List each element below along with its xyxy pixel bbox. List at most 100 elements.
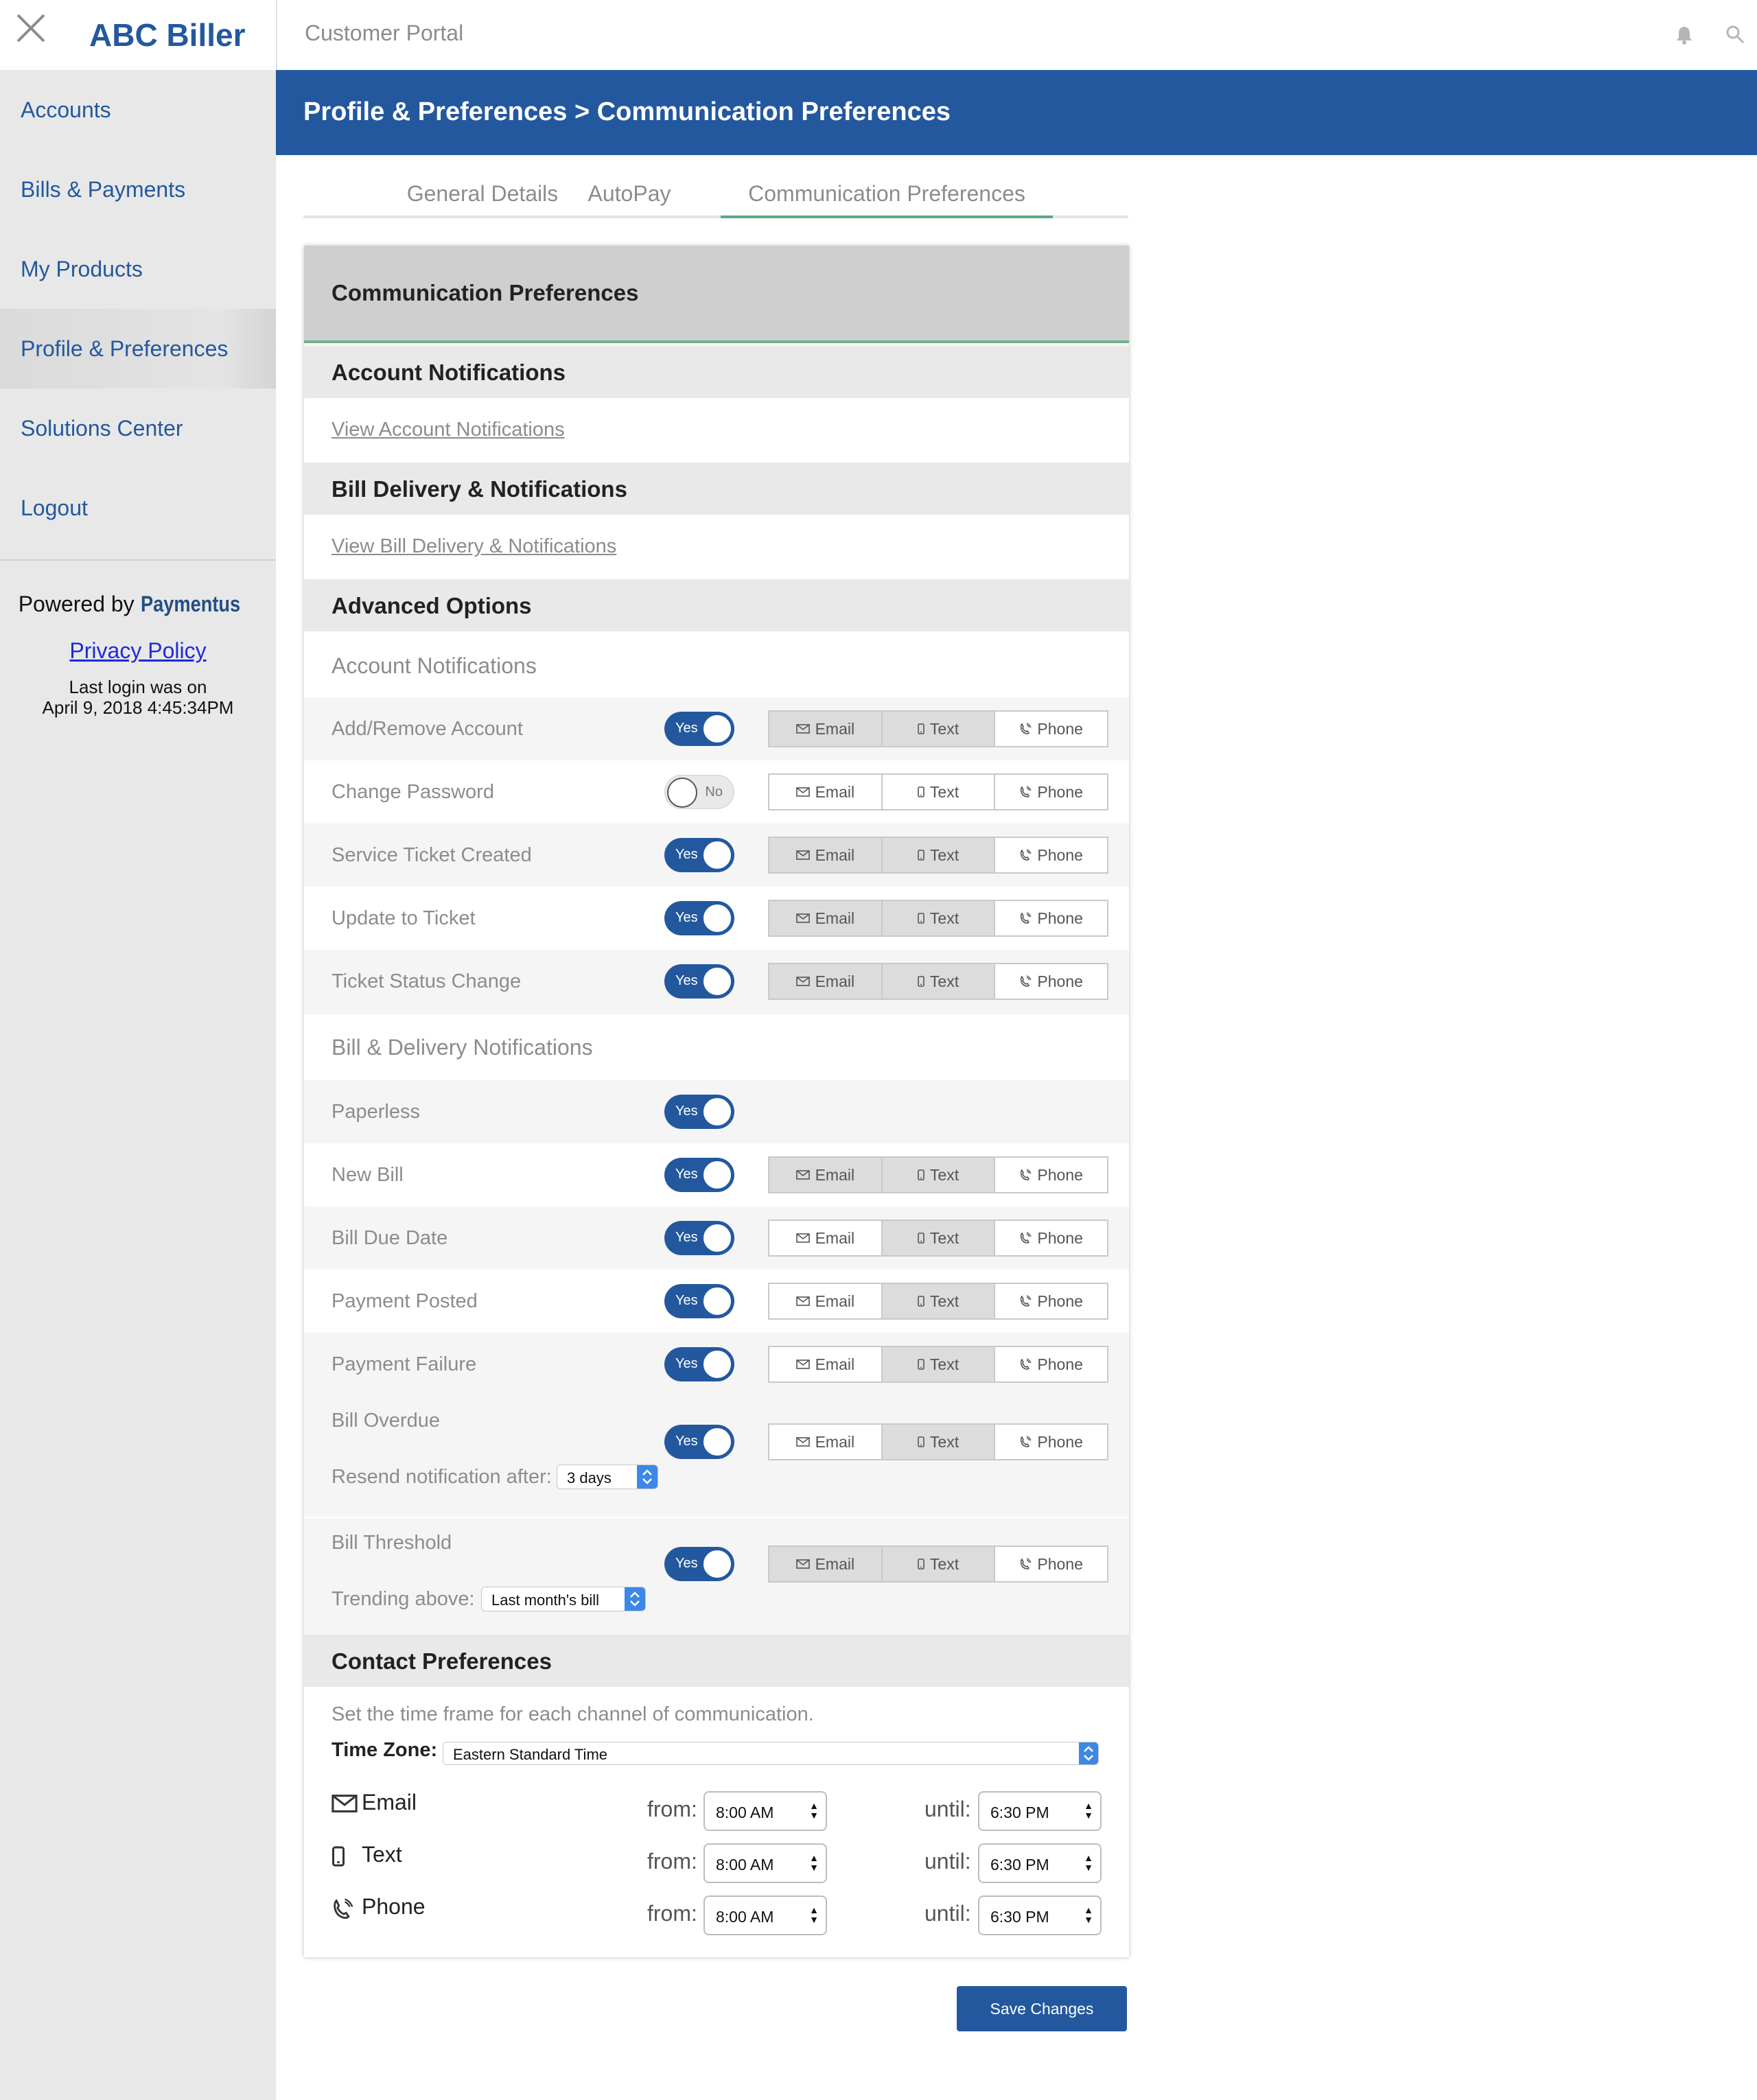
text-from-select[interactable]: 8:00 AM ▲ ▼ [703, 1843, 827, 1883]
save-changes-button[interactable]: Save Changes [957, 1986, 1127, 2031]
phone-channel-button[interactable]: Phone [995, 1547, 1108, 1581]
search-icon[interactable] [1725, 25, 1745, 44]
email-channel-button[interactable]: Email [769, 1425, 883, 1459]
phone-channel-button[interactable]: Phone [995, 1158, 1108, 1192]
phone-channel-button[interactable]: Phone [995, 1425, 1108, 1459]
text-channel-button[interactable]: Text [882, 1221, 996, 1255]
update-to-ticket-toggle[interactable]: Yes [664, 901, 734, 935]
view-account-notifications-link[interactable]: View Account Notifications [331, 419, 565, 441]
toggle-text: Yes [675, 1356, 698, 1371]
email-channel-label: Email [815, 1228, 855, 1247]
top-bar: Customer Portal [276, 0, 1757, 70]
powered-by-prefix: Powered by [18, 592, 135, 616]
phone-channel-button[interactable]: Phone [995, 1284, 1108, 1318]
row-paperless: Paperless Yes [304, 1080, 1129, 1143]
envelope-icon [795, 977, 810, 986]
phone-icon [1021, 786, 1032, 797]
sidebar-item-solutions-center[interactable]: Solutions Center [0, 388, 276, 468]
new-bill-toggle[interactable]: Yes [664, 1158, 734, 1192]
sidebar-item-profile-preferences[interactable]: Profile & Preferences [0, 309, 276, 388]
privacy-policy-link[interactable]: Privacy Policy [0, 638, 276, 664]
email-channel-button[interactable]: Email [769, 1347, 883, 1381]
last-login: Last login was on April 9, 2018 4:45:34P… [0, 677, 276, 718]
sidebar-item-logout[interactable]: Logout [0, 468, 276, 548]
tab-autopay[interactable]: AutoPay [578, 181, 681, 218]
bill-due-date-toggle[interactable]: Yes [664, 1221, 734, 1255]
envelope-icon [795, 1170, 810, 1180]
email-channel-button[interactable]: Email [769, 1221, 883, 1255]
phone-channel-button[interactable]: Phone [995, 1221, 1108, 1255]
tab-communication-preferences[interactable]: Communication Preferences [721, 181, 1053, 218]
sidebar-item-my-products[interactable]: My Products [0, 229, 276, 309]
phone-channel-button[interactable]: Phone [995, 1347, 1108, 1381]
row-service-ticket-created: Service Ticket Created Yes Email Text Phone [304, 824, 1129, 887]
payment-failure-toggle[interactable]: Yes [664, 1347, 734, 1381]
text-channel-button[interactable]: Text [882, 1425, 996, 1459]
phone-channel-button[interactable]: Phone [995, 775, 1108, 809]
email-channel-button[interactable]: Email [769, 712, 883, 746]
bill-overdue-toggle[interactable]: Yes [664, 1425, 734, 1459]
bill-threshold-channels: Email Text Phone [768, 1545, 1108, 1583]
phone-channel-label: Phone [1037, 1165, 1083, 1184]
phone-channel-icon [331, 1898, 353, 1924]
ticket-status-change-toggle[interactable]: Yes [664, 964, 734, 999]
brand-title: ABC Biller [89, 17, 246, 53]
row-label: Update to Ticket [331, 907, 476, 929]
text-channel-button[interactable]: Text [882, 1547, 996, 1581]
until-label: until: [924, 1797, 971, 1821]
change-password-toggle[interactable]: No [664, 775, 734, 809]
resend-select[interactable]: 3 days [557, 1465, 658, 1489]
sidebar-item-bills-payments[interactable]: Bills & Payments [0, 150, 276, 229]
bill-threshold-toggle[interactable]: Yes [664, 1547, 734, 1581]
phone-channel-button[interactable]: Phone [995, 838, 1108, 872]
section-advanced-options: Advanced Options [304, 579, 1129, 631]
text-channel-button[interactable]: Text [882, 1347, 996, 1381]
timezone-select[interactable]: Eastern Standard Time [443, 1742, 1099, 1765]
tab-general-details[interactable]: General Details [405, 181, 560, 218]
text-channel-button[interactable]: Text [882, 775, 996, 809]
payment-posted-toggle[interactable]: Yes [664, 1284, 734, 1318]
email-channel-button[interactable]: Email [769, 775, 883, 809]
text-channel-button[interactable]: Text [882, 1284, 996, 1318]
email-from-select[interactable]: 8:00 AM ▲ ▼ [703, 1791, 827, 1831]
service-ticket-created-toggle[interactable]: Yes [664, 838, 734, 872]
row-bill-threshold: Bill Threshold Yes Email Text Phone Trendi… [304, 1517, 1129, 1637]
text-channel-button[interactable]: Text [882, 712, 996, 746]
paperless-toggle[interactable]: Yes [664, 1095, 734, 1129]
email-channel-button[interactable]: Email [769, 1158, 883, 1192]
row-payment-posted: Payment Posted Yes Email Text Phone [304, 1270, 1129, 1333]
trending-label: Trending above: [331, 1588, 475, 1610]
phone-channel-button[interactable]: Phone [995, 712, 1108, 746]
email-channel-button[interactable]: Email [769, 964, 883, 999]
email-channel-button[interactable]: Email [769, 1547, 883, 1581]
email-until-select[interactable]: 6:30 PM ▲ ▼ [978, 1791, 1102, 1831]
email-channel-button[interactable]: Email [769, 901, 883, 935]
text-channel-button[interactable]: Text [882, 838, 996, 872]
toggle-text: No [705, 784, 723, 800]
phone-icon [1021, 975, 1032, 987]
text-channel-button[interactable]: Text [882, 901, 996, 935]
phone-icon [1021, 1436, 1032, 1447]
close-icon[interactable] [15, 12, 47, 44]
email-channel-button[interactable]: Email [769, 838, 883, 872]
section-title: Advanced Options [331, 593, 532, 618]
phone-channel-button[interactable]: Phone [995, 964, 1108, 999]
phone-icon [1021, 1358, 1032, 1370]
phone-channel-button[interactable]: Phone [995, 901, 1108, 935]
trending-select[interactable]: Last month's bill [481, 1587, 646, 1611]
email-channel-button[interactable]: Email [769, 1284, 883, 1318]
text-channel-button[interactable]: Text [882, 964, 996, 999]
phone-from-select[interactable]: 8:00 AM ▲ ▼ [703, 1895, 827, 1935]
view-bill-delivery-link[interactable]: View Bill Delivery & Notifications [331, 535, 616, 558]
text-until-select[interactable]: 6:30 PM ▲ ▼ [978, 1843, 1102, 1883]
phone-until-select[interactable]: 6:30 PM ▲ ▼ [978, 1895, 1102, 1935]
envelope-icon [795, 787, 810, 797]
toggle-knob [702, 1160, 732, 1190]
sidebar-item-accounts[interactable]: Accounts [0, 70, 276, 150]
add-remove-account-toggle[interactable]: Yes [664, 712, 734, 746]
sidebar-header: ABC Biller [0, 0, 276, 70]
bell-icon[interactable] [1675, 25, 1694, 45]
envelope-icon [795, 913, 810, 923]
mobile-icon [918, 1559, 924, 1570]
text-channel-button[interactable]: Text [882, 1158, 996, 1192]
